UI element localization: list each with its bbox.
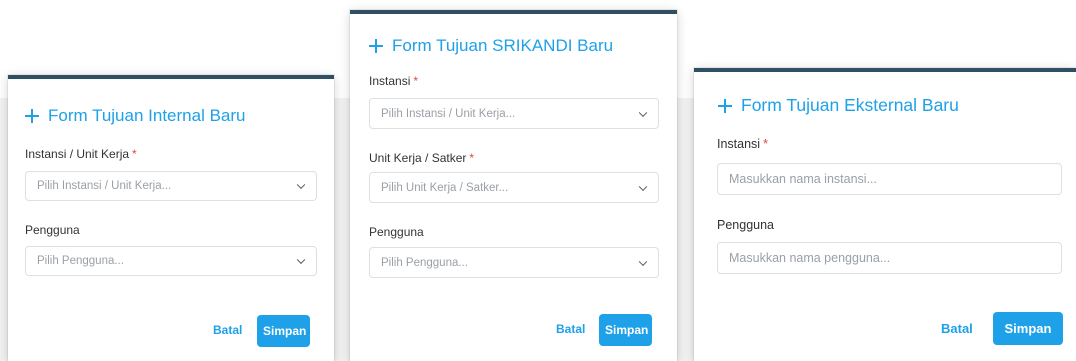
required-marker: * — [132, 147, 137, 161]
save-button[interactable]: Simpan — [993, 312, 1063, 345]
instansi-label: Instansi / Unit Kerja * — [25, 147, 137, 161]
instansi-placeholder: Pilih Instansi / Unit Kerja... — [381, 107, 516, 120]
save-button[interactable]: Simpan — [257, 315, 310, 347]
chevron-down-icon — [296, 180, 306, 190]
save-button[interactable]: Simpan — [599, 314, 652, 346]
instansi-text-input[interactable] — [729, 172, 1061, 186]
unit-kerja-label: Unit Kerja / Satker * — [369, 151, 474, 165]
backdrop-shard — [334, 98, 350, 361]
chevron-down-icon — [638, 182, 648, 191]
cancel-button[interactable]: Batal — [556, 322, 585, 336]
instansi-select[interactable]: Pilih Instansi / Unit Kerja... — [25, 171, 317, 201]
instansi-label: Instansi * — [717, 137, 768, 151]
pengguna-label: Pengguna — [717, 218, 775, 232]
required-marker: * — [763, 137, 768, 151]
plus-icon — [718, 98, 732, 113]
required-marker: * — [413, 74, 419, 88]
modal-title-text: Form Tujuan Eksternal Baru — [741, 95, 959, 115]
backdrop-strip — [350, 10, 677, 14]
pengguna-placeholder: Pilih Pengguna... — [381, 256, 468, 269]
instansi-select[interactable]: Pilih Instansi / Unit Kerja... — [369, 98, 659, 129]
pengguna-text-input[interactable] — [729, 251, 1061, 265]
pengguna-select[interactable]: Pilih Pengguna... — [369, 247, 659, 278]
instansi-label-text: Instansi — [369, 74, 411, 88]
eksternal-form-modal: Form Tujuan Eksternal Baru Instansi* Pen… — [694, 68, 1076, 361]
instansi-placeholder: Pilih Instansi / Unit Kerja... — [37, 180, 172, 192]
instansi-label-text: Instansi / Unit Kerja — [25, 147, 130, 161]
pengguna-input[interactable] — [717, 242, 1062, 274]
cancel-button[interactable]: Batal — [941, 321, 973, 336]
plus-icon — [369, 39, 383, 53]
backdrop-shard — [677, 98, 694, 361]
instansi-label: Instansi * — [369, 74, 418, 88]
modal-title: Form Tujuan Internal Baru — [25, 106, 245, 126]
unit-kerja-select[interactable]: Pilih Unit Kerja / Satker... — [369, 172, 659, 203]
unit-kerja-label-text: Unit Kerja / Satker — [369, 151, 467, 165]
modal-title: Form Tujuan Eksternal Baru — [718, 95, 959, 116]
internal-form-modal: Form Tujuan Internal Baru Instansi / Uni… — [8, 75, 334, 361]
chevron-down-icon — [638, 257, 648, 266]
chevron-down-icon — [296, 255, 306, 265]
backdrop-shard — [0, 98, 8, 361]
pengguna-placeholder: Pilih Pengguna... — [37, 255, 124, 267]
pengguna-label: Pengguna — [25, 223, 80, 237]
modal-title-text: Form Tujuan Internal Baru — [48, 106, 246, 125]
pengguna-label: Pengguna — [369, 225, 424, 239]
unit-kerja-placeholder: Pilih Unit Kerja / Satker... — [381, 181, 509, 194]
plus-icon — [25, 109, 39, 123]
srikandi-form-modal: Form Tujuan SRIKANDI Baru Instansi * Pili… — [350, 10, 677, 361]
instansi-input[interactable] — [717, 163, 1062, 195]
chevron-down-icon — [638, 108, 648, 117]
modal-title-text: Form Tujuan SRIKANDI Baru — [392, 36, 614, 55]
modal-title: Form Tujuan SRIKANDI Baru — [369, 36, 613, 56]
pengguna-select[interactable]: Pilih Pengguna... — [25, 246, 317, 276]
backdrop-strip — [8, 75, 334, 79]
backdrop-strip — [694, 68, 1076, 72]
required-marker: * — [469, 151, 475, 165]
cancel-button[interactable]: Batal — [213, 323, 242, 337]
instansi-label-text: Instansi — [717, 137, 761, 151]
